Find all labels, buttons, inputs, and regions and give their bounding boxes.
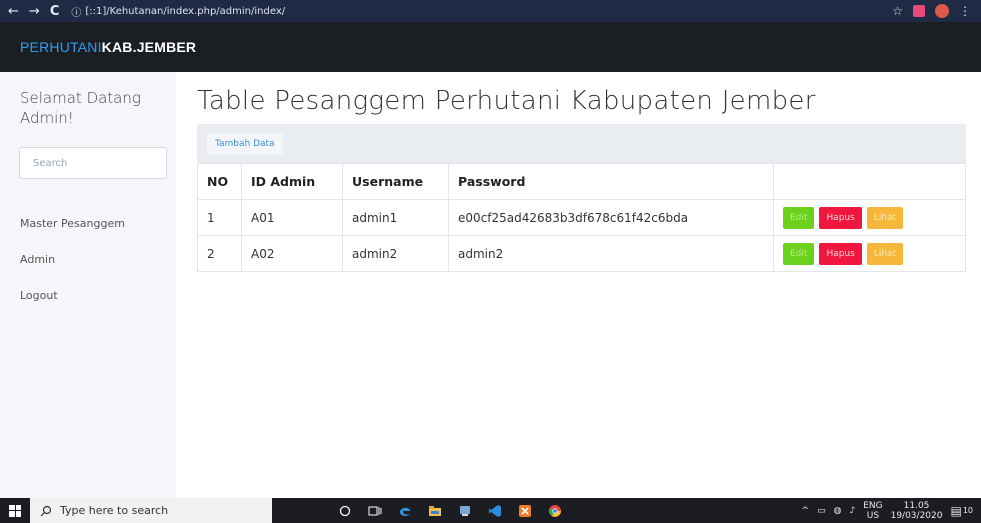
- profile-avatar-icon[interactable]: [935, 4, 949, 18]
- edge-browser-icon[interactable]: [398, 504, 412, 518]
- file-explorer-icon[interactable]: [428, 504, 442, 518]
- cell-actions: Edit Hapus Lihat: [773, 199, 966, 236]
- cell-id-admin: A01: [241, 199, 343, 236]
- cell-id-admin: A02: [241, 235, 343, 272]
- row-actions: Edit Hapus Lihat: [783, 206, 956, 229]
- col-header-no: NO: [197, 163, 242, 200]
- brand-logo[interactable]: PERHUTANIKAB.JEMBER: [0, 39, 196, 55]
- sidebar-item-master-pesanggem[interactable]: Master Pesanggem: [0, 205, 176, 241]
- delete-button[interactable]: Hapus: [819, 242, 862, 265]
- cell-username: admin1: [342, 199, 449, 236]
- taskbar-apps: [338, 504, 562, 518]
- sidebar: Selamat Datang Admin! Master Pesanggem A…: [0, 72, 177, 498]
- bookmark-star-icon[interactable]: ☆: [892, 4, 903, 18]
- notification-icon[interactable]: ▤ 10: [950, 504, 973, 518]
- add-data-button[interactable]: Tambah Data: [207, 133, 283, 155]
- table-row: 2 A02 admin2 admin2 Edit Hapus Lihat: [197, 235, 966, 272]
- app-navbar: PERHUTANIKAB.JEMBER: [0, 22, 981, 72]
- language-indicator[interactable]: ENG US: [863, 501, 882, 521]
- search-icon: [40, 505, 52, 516]
- lang-secondary: US: [866, 510, 880, 521]
- xampp-icon[interactable]: [518, 504, 532, 518]
- col-header-actions: [773, 163, 966, 200]
- back-icon[interactable]: ←: [8, 4, 19, 19]
- chrome-icon[interactable]: [548, 504, 562, 518]
- battery-icon[interactable]: ▭: [817, 506, 826, 516]
- view-button[interactable]: Lihat: [866, 206, 904, 229]
- cell-password: admin2: [448, 235, 774, 272]
- menu-dots-icon[interactable]: ⋮: [959, 4, 971, 18]
- cell-actions: Edit Hapus Lihat: [773, 235, 966, 272]
- vscode-icon[interactable]: [488, 504, 502, 518]
- cell-no: 1: [197, 199, 242, 236]
- clock[interactable]: 11.05 19/03/2020: [891, 501, 943, 521]
- search-input[interactable]: [31, 156, 166, 170]
- tray-expand-icon[interactable]: ^: [802, 506, 810, 516]
- address-bar[interactable]: ⓘ [::1]/Kehutanan/index.php/admin/index/: [71, 4, 285, 19]
- cell-no: 2: [197, 235, 242, 272]
- table-row: 1 A01 admin1 e00cf25ad42683b3df678c61f42…: [197, 199, 966, 236]
- store-app-icon[interactable]: [458, 504, 472, 518]
- col-header-id-admin: ID Admin: [241, 163, 343, 200]
- system-tray: ^ ▭ ◍ ♪ ENG US 11.05 19/03/2020 ▤ 10: [802, 501, 981, 521]
- browser-nav: ← → C: [0, 4, 59, 19]
- sidebar-item-admin[interactable]: Admin: [0, 241, 176, 277]
- admin-table: NO ID Admin Username Password 1 A01 admi…: [197, 163, 966, 272]
- welcome-text: Selamat Datang Admin!: [20, 89, 141, 127]
- brand-part-1: PERHUTANI: [20, 39, 102, 55]
- task-view-icon[interactable]: [368, 504, 382, 518]
- browser-actions: ☆ ⋮: [892, 4, 981, 18]
- taskbar-search-placeholder: Type here to search: [60, 504, 169, 517]
- volume-icon[interactable]: ♪: [849, 506, 855, 516]
- start-button[interactable]: [0, 498, 30, 523]
- taskbar-search[interactable]: Type here to search: [30, 498, 272, 523]
- clock-time: 11.05: [903, 500, 930, 511]
- table-toolbar: Tambah Data: [197, 124, 966, 163]
- network-icon[interactable]: ◍: [834, 506, 842, 516]
- col-header-username: Username: [342, 163, 449, 200]
- clock-date: 19/03/2020: [890, 510, 943, 521]
- notification-count: 10: [962, 506, 973, 515]
- lang-primary: ENG: [863, 500, 883, 511]
- reload-icon[interactable]: C: [50, 4, 60, 19]
- page-title: Table Pesanggem Perhutani Kabupaten Jemb…: [197, 86, 816, 116]
- sidebar-menu: Master Pesanggem Admin Logout: [0, 205, 176, 313]
- row-actions: Edit Hapus Lihat: [783, 242, 956, 265]
- cell-username: admin2: [342, 235, 449, 272]
- cortana-icon[interactable]: [338, 504, 352, 518]
- sidebar-item-logout[interactable]: Logout: [0, 277, 176, 313]
- cell-password: e00cf25ad42683b3df678c61f42c6bda: [448, 199, 774, 236]
- info-icon[interactable]: ⓘ: [71, 4, 81, 19]
- main-content: Table Pesanggem Perhutani Kabupaten Jemb…: [176, 72, 981, 498]
- forward-icon[interactable]: →: [29, 4, 40, 19]
- browser-toolbar: ← → C ⓘ [::1]/Kehutanan/index.php/admin/…: [0, 0, 981, 22]
- extension-icon[interactable]: [913, 5, 925, 17]
- col-header-password: Password: [448, 163, 774, 200]
- os-taskbar: Type here to search ^ ▭ ◍ ♪ ENG US 11.05…: [0, 498, 981, 523]
- edit-button[interactable]: Edit: [783, 242, 815, 265]
- sidebar-search[interactable]: [19, 147, 167, 179]
- delete-button[interactable]: Hapus: [819, 206, 862, 229]
- edit-button[interactable]: Edit: [783, 206, 815, 229]
- windows-logo-icon: [9, 504, 21, 517]
- view-button[interactable]: Lihat: [866, 242, 904, 265]
- url-text: [::1]/Kehutanan/index.php/admin/index/: [85, 5, 286, 17]
- brand-part-2: KAB.JEMBER: [101, 39, 197, 55]
- table-header-row: NO ID Admin Username Password: [197, 163, 966, 200]
